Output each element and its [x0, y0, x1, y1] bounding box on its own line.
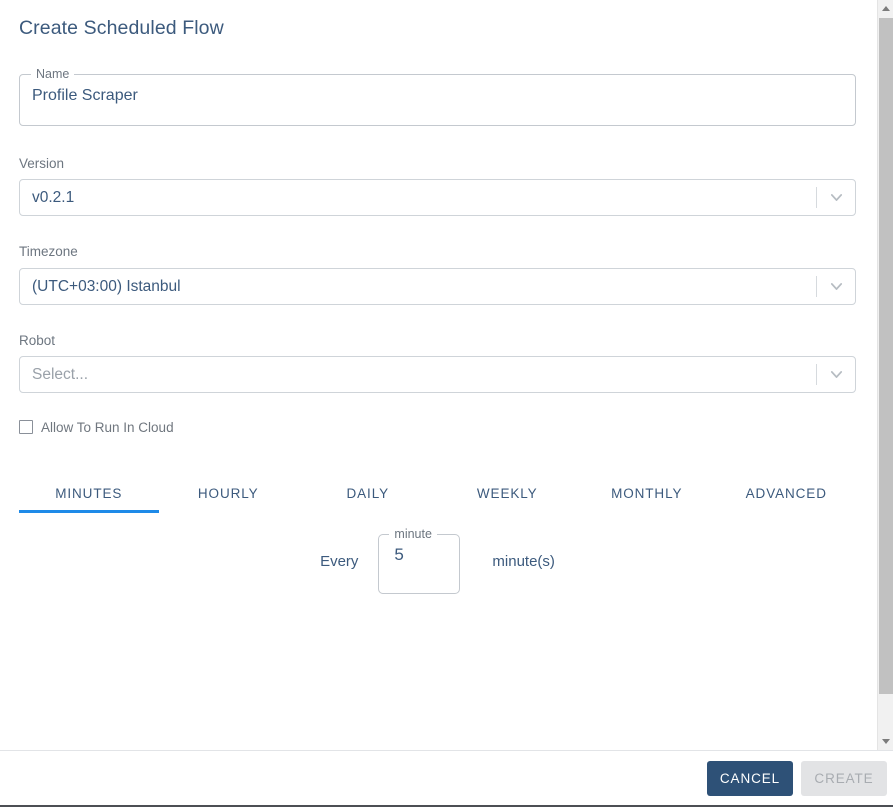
allow-to-run-in-cloud-checkbox[interactable]: [19, 420, 33, 434]
dialog-scroll-area: Create Scheduled Flow Name Profile Scrap…: [0, 0, 893, 750]
tab-monthly[interactable]: MONTHLY: [577, 472, 717, 513]
every-label: Every: [320, 552, 359, 570]
robot-select-placeholder: Select...: [32, 365, 88, 383]
tab-active-indicator: [19, 510, 159, 513]
tab-hourly[interactable]: HOURLY: [159, 472, 299, 513]
robot-label: Robot: [19, 333, 56, 348]
robot-select[interactable]: Select...: [19, 356, 856, 393]
create-scheduled-flow-dialog: Create Scheduled Flow Name Profile Scrap…: [0, 0, 893, 807]
scroll-down-arrow-icon[interactable]: [878, 733, 893, 750]
page-title: Create Scheduled Flow: [19, 17, 224, 39]
minute-interval-field[interactable]: minute 5: [378, 527, 461, 594]
allow-to-run-in-cloud-row[interactable]: Allow To Run In Cloud: [19, 418, 174, 436]
cancel-button[interactable]: CANCEL: [707, 761, 793, 796]
chevron-down-icon[interactable]: [817, 269, 855, 304]
scroll-up-arrow-icon[interactable]: [878, 0, 893, 17]
tab-hourly-label: HOURLY: [197, 486, 259, 501]
chevron-down-icon[interactable]: [817, 357, 855, 392]
timezone-select-value: (UTC+03:00) Istanbul: [32, 277, 181, 295]
name-input[interactable]: Profile Scraper: [20, 81, 855, 123]
timezone-label: Timezone: [19, 244, 78, 259]
vertical-scrollbar[interactable]: [877, 0, 893, 750]
dialog-footer: CANCEL CREATE: [0, 750, 893, 805]
chevron-down-icon[interactable]: [817, 180, 855, 215]
tab-daily-label: DAILY: [346, 486, 389, 501]
tab-monthly-label: MONTHLY: [611, 486, 683, 501]
version-select[interactable]: v0.2.1: [19, 179, 856, 216]
version-select-value: v0.2.1: [32, 188, 75, 206]
create-button[interactable]: CREATE: [801, 761, 887, 796]
minute-interval-legend: minute: [394, 527, 432, 541]
minute-interval-input[interactable]: 5: [379, 541, 459, 567]
minute-unit-suffix: minute(s): [492, 552, 555, 570]
tab-advanced-label: ADVANCED: [745, 486, 827, 501]
name-field-legend: Name: [36, 67, 70, 81]
timezone-select[interactable]: (UTC+03:00) Istanbul: [19, 268, 856, 305]
version-label: Version: [19, 156, 65, 171]
schedule-type-tabs: MINUTES HOURLY DAILY WEEKLY MONTHLY ADVA…: [19, 472, 856, 517]
tab-advanced[interactable]: ADVANCED: [717, 472, 857, 513]
tab-weekly[interactable]: WEEKLY: [438, 472, 578, 513]
schedule-interval-row: Every minute 5 minute(s): [19, 528, 856, 594]
tab-minutes-label: MINUTES: [55, 486, 123, 501]
name-field[interactable]: Name Profile Scraper: [19, 68, 856, 126]
scrollbar-thumb[interactable]: [879, 18, 893, 694]
tab-daily[interactable]: DAILY: [298, 472, 438, 513]
tab-weekly-label: WEEKLY: [476, 486, 538, 501]
tab-minutes[interactable]: MINUTES: [19, 472, 159, 513]
allow-to-run-in-cloud-label: Allow To Run In Cloud: [41, 419, 174, 435]
